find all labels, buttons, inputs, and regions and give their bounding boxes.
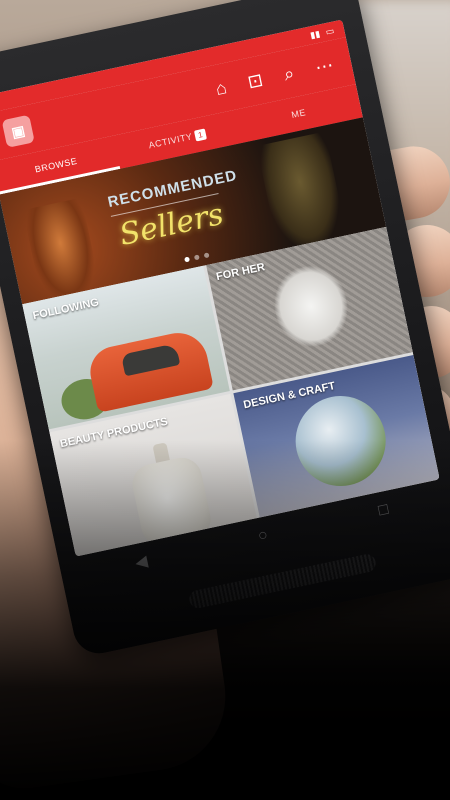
signal-icon: ▮▮ — [309, 28, 321, 40]
back-icon[interactable]: ◀ — [133, 551, 150, 573]
category-label: FOLLOWING — [31, 296, 100, 323]
tile-image — [286, 387, 394, 495]
banner-image — [22, 197, 103, 305]
battery-icon: ▭ — [324, 25, 336, 37]
shopping-icon[interactable]: ⌂ — [214, 77, 229, 99]
banner-image — [256, 131, 348, 254]
tab-label: ACTIVITY — [147, 131, 194, 151]
recents-icon[interactable]: □ — [377, 501, 390, 521]
tile-image — [266, 259, 355, 353]
gift-icon[interactable]: ⊡ — [246, 70, 265, 93]
notification-badge: 1 — [194, 128, 208, 142]
category-label: FOR HER — [215, 261, 267, 284]
smartphone: ▮▮ ▭ ▣ ⌂ ⊡ ⌕ ⋯ BROWSE ACTIVITY 1 ME RECO… — [0, 0, 450, 672]
more-icon[interactable]: ⋯ — [313, 55, 335, 78]
bag-logo-icon[interactable]: ▣ — [1, 114, 35, 148]
carousel-dot[interactable] — [203, 252, 210, 259]
photo-scene: ▮▮ ▭ ▣ ⌂ ⊡ ⌕ ⋯ BROWSE ACTIVITY 1 ME RECO… — [0, 0, 450, 800]
search-icon[interactable]: ⌕ — [282, 63, 296, 85]
tab-label: ME — [290, 107, 307, 120]
home-icon[interactable]: ○ — [256, 526, 269, 546]
tab-label: BROWSE — [33, 155, 79, 175]
carousel-dots — [184, 252, 210, 263]
carousel-dot[interactable] — [193, 254, 200, 261]
carousel-dot[interactable] — [184, 256, 191, 263]
